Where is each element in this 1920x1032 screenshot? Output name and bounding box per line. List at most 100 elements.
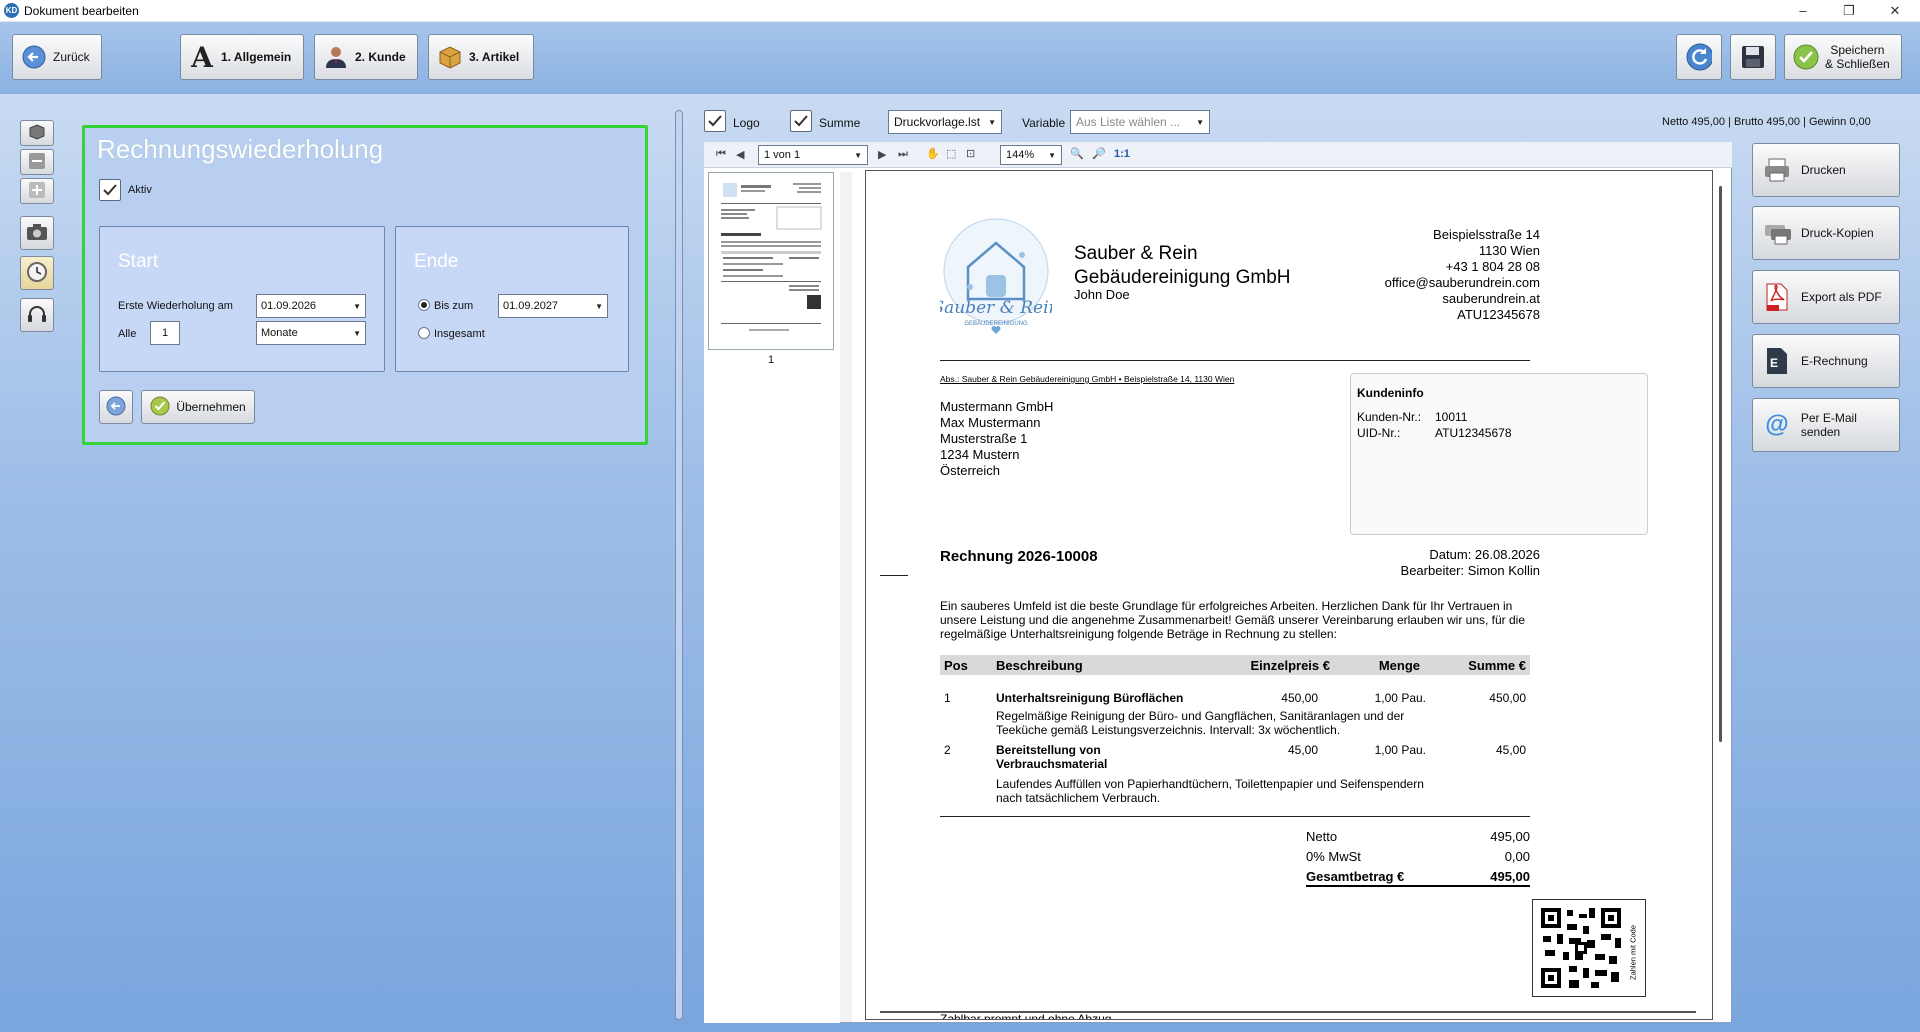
recipient-line: Max Mustermann bbox=[940, 415, 1041, 430]
tab-allgemein[interactable]: A 1. Allgemein bbox=[180, 34, 304, 80]
chevron-down-icon: ▼ bbox=[1048, 150, 1056, 160]
item-title: Bereitstellung von Verbrauchsmaterial bbox=[996, 743, 1108, 771]
zoom-out-icon[interactable]: 🔎 bbox=[1092, 147, 1106, 160]
interval-unit-select[interactable]: Monate ▼ bbox=[256, 321, 366, 345]
zoom-select[interactable]: 144% ▼ bbox=[1000, 145, 1062, 165]
page-horizontal-scrollbar[interactable] bbox=[880, 1011, 1696, 1013]
tab-artikel[interactable]: 3. Artikel bbox=[428, 34, 534, 80]
col-quantity: Menge bbox=[1378, 658, 1420, 673]
e-invoice-button[interactable]: E E-Rechnung bbox=[1752, 334, 1900, 388]
prev-page-icon[interactable]: ◀ bbox=[736, 148, 744, 161]
print-button[interactable]: Drucken bbox=[1752, 143, 1900, 197]
hand-tool-icon[interactable]: ✋ bbox=[926, 147, 940, 160]
e-invoice-label: E-Rechnung bbox=[1801, 354, 1868, 368]
first-repeat-date[interactable]: 01.09.2026 ▼ bbox=[256, 294, 366, 318]
support-button[interactable] bbox=[20, 298, 54, 332]
check-icon bbox=[794, 115, 808, 127]
recipient-address: Mustermann GmbH Max Mustermann Musterstr… bbox=[940, 399, 1053, 479]
chevron-down-icon: ▼ bbox=[595, 301, 603, 311]
template-select[interactable]: Druckvorlage.lst ▼ bbox=[888, 110, 1002, 134]
chevron-down-icon: ▼ bbox=[988, 117, 996, 127]
end-title: Ende bbox=[414, 251, 459, 272]
tab-kunde[interactable]: 2. Kunde bbox=[314, 34, 418, 80]
total-value: 495,00 bbox=[1490, 869, 1530, 884]
printer-copies-icon bbox=[1763, 219, 1791, 247]
zoom-in-icon[interactable]: 🔍 bbox=[1070, 147, 1084, 160]
total-label: 0% MwSt bbox=[1306, 849, 1361, 864]
recurrence-panel: Rechnungswiederholung Aktiv Start Erste … bbox=[82, 125, 648, 445]
first-page-icon[interactable]: ⏮ bbox=[716, 148, 726, 161]
company-contact: John Doe bbox=[1074, 287, 1130, 302]
close-button[interactable]: ✕ bbox=[1872, 0, 1918, 22]
next-page-icon[interactable]: ▶ bbox=[878, 148, 886, 161]
items-table-header: Pos Beschreibung Einzelpreis € Menge Sum… bbox=[940, 655, 1530, 675]
chevron-down-icon: ▼ bbox=[854, 150, 862, 160]
save-button[interactable] bbox=[1730, 34, 1776, 80]
every-input[interactable]: 1 bbox=[150, 321, 180, 345]
cube-button[interactable] bbox=[20, 120, 54, 146]
camera-button[interactable] bbox=[20, 216, 54, 250]
item-title: Unterhaltsreinigung Büroflächen bbox=[996, 691, 1184, 705]
back-arrow-icon bbox=[21, 44, 47, 70]
last-page-icon[interactable]: ⏭ bbox=[898, 148, 908, 161]
item-description: Laufendes Auffüllen von Papierhandtücher… bbox=[996, 777, 1424, 805]
export-pdf-button[interactable]: Export als PDF bbox=[1752, 270, 1900, 324]
logo-text: Sauber & Rein bbox=[940, 298, 1052, 318]
minimize-button[interactable]: – bbox=[1780, 0, 1826, 22]
refresh-button[interactable] bbox=[1676, 34, 1722, 80]
tab-allgemein-label: 1. Allgemein bbox=[221, 50, 292, 64]
zoom-box-icon[interactable]: ⊡ bbox=[966, 147, 975, 160]
company-address: Beispielsstraße 14 1130 Wien +43 1 804 2… bbox=[1320, 227, 1540, 323]
refresh-icon bbox=[1686, 43, 1712, 71]
checkmark-icon bbox=[150, 396, 170, 419]
remove-button[interactable] bbox=[20, 149, 54, 175]
apply-button[interactable]: Übernehmen bbox=[141, 390, 255, 424]
save-close-button[interactable]: Speichern & Schließen bbox=[1784, 34, 1902, 80]
customer-info-title: Kundeninfo bbox=[1357, 386, 1424, 400]
page-field[interactable]: 1 von 1 ▼ bbox=[758, 145, 868, 165]
panel-back-button[interactable] bbox=[99, 390, 133, 424]
send-email-label: Per E-Mail senden bbox=[1800, 411, 1857, 439]
page-thumbnail[interactable] bbox=[708, 172, 834, 350]
total-radio[interactable] bbox=[418, 327, 430, 339]
chevron-down-icon: ▼ bbox=[1196, 117, 1204, 127]
payment-terms: Zahlbar prompt und ohne Abzug bbox=[940, 1012, 1112, 1020]
customer-icon bbox=[323, 44, 349, 70]
recurrence-button[interactable] bbox=[20, 256, 54, 290]
send-email-button[interactable]: @ Per E-Mail senden bbox=[1752, 398, 1900, 452]
address-line: 1130 Wien bbox=[1478, 243, 1540, 258]
page-vertical-scrollbar[interactable] bbox=[1719, 186, 1722, 742]
print-label: Drucken bbox=[1801, 163, 1846, 177]
back-label: Zurück bbox=[53, 50, 90, 64]
printer-icon bbox=[1763, 156, 1791, 184]
actual-size-button[interactable]: 1:1 bbox=[1114, 148, 1130, 160]
preview-navbar: ⏮ ◀ 1 von 1 ▼ ▶ ⏭ ✋ ⬚ ⊡ 144% ▼ 🔍 🔎 1:1 bbox=[704, 142, 1732, 168]
thumbnail-scrollbar[interactable] bbox=[840, 172, 852, 1022]
select-tool-icon[interactable]: ⬚ bbox=[946, 147, 956, 160]
sum-checkbox[interactable] bbox=[790, 110, 812, 132]
col-sum: Summe € bbox=[1468, 658, 1526, 673]
logo-checkbox[interactable] bbox=[704, 110, 726, 132]
print-copies-button[interactable]: Druck-Kopien bbox=[1752, 206, 1900, 260]
address-line: +43 1 804 28 08 bbox=[1445, 259, 1540, 274]
qr-code-icon bbox=[1539, 906, 1623, 990]
add-button[interactable] bbox=[20, 178, 54, 204]
col-unit-price: Einzelpreis € bbox=[1250, 658, 1330, 673]
variable-select[interactable]: Aus Liste wählen ... ▼ bbox=[1070, 110, 1210, 134]
totals-summary: Netto 495,00 | Brutto 495,00 | Gewinn 0,… bbox=[1662, 116, 1871, 128]
panel-splitter[interactable] bbox=[675, 110, 683, 1020]
invoice-page: Sauber & Rein GEBÄUDEREINIGUNG Sauber & … bbox=[865, 170, 1713, 1020]
back-button[interactable]: Zurück bbox=[12, 34, 102, 80]
customer-no-label: Kunden-Nr.: bbox=[1357, 410, 1422, 424]
until-radio[interactable] bbox=[418, 299, 430, 311]
invoice-intro: Ein sauberes Umfeld ist die beste Grundl… bbox=[940, 599, 1526, 641]
floppy-disk-icon bbox=[1740, 44, 1766, 70]
minus-icon bbox=[28, 152, 46, 173]
maximize-button[interactable]: ❐ bbox=[1826, 0, 1872, 22]
until-date[interactable]: 01.09.2027 ▼ bbox=[498, 294, 608, 318]
total-label: Gesamtbetrag € bbox=[1306, 869, 1405, 884]
item-price: 45,00 bbox=[1287, 743, 1318, 757]
headset-icon bbox=[26, 303, 48, 328]
customer-no-value: 10011 bbox=[1435, 410, 1468, 424]
active-checkbox[interactable] bbox=[99, 179, 121, 201]
